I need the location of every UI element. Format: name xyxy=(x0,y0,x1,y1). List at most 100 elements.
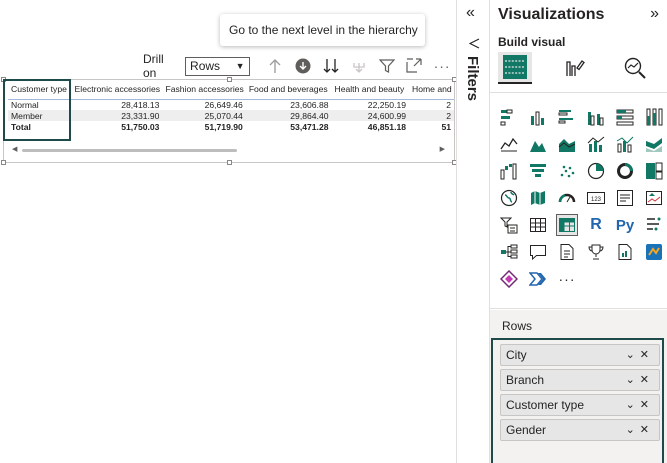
chevron-down-icon: ▼ xyxy=(235,61,245,71)
kpi-icon[interactable] xyxy=(643,187,665,209)
stacked-bar-chart-icon[interactable] xyxy=(498,106,520,128)
filters-pane-collapsed[interactable]: « Filters xyxy=(456,0,490,463)
line-chart-icon[interactable] xyxy=(498,133,520,155)
paginated-report-icon[interactable] xyxy=(614,241,636,263)
table-cell: 22,250.19 xyxy=(367,99,407,110)
100-stacked-column-chart-icon[interactable] xyxy=(643,106,665,128)
python-visual-icon[interactable]: Py xyxy=(614,214,636,236)
double-chevron-right-icon[interactable]: » xyxy=(650,5,659,23)
table-cell: 25,070.44 xyxy=(162,110,246,121)
table-cell: 2 xyxy=(446,99,451,110)
column-header[interactable]: Food and beverages xyxy=(245,80,332,100)
table-cell: 23,331.90 xyxy=(71,110,163,121)
divider xyxy=(490,92,667,93)
qa-visual-icon[interactable] xyxy=(527,241,549,263)
clustered-column-chart-icon[interactable] xyxy=(585,106,607,128)
table-row: Normal 28,418.13 26,649.46 23,606.88 22,… xyxy=(8,99,454,110)
close-icon[interactable]: ✕ xyxy=(640,374,654,386)
table-cell: 23,606.88 xyxy=(290,99,329,110)
column-header[interactable]: Fashion accessories xyxy=(162,80,246,100)
chevron-down-icon[interactable]: ⌄ xyxy=(626,374,640,386)
drill-up-icon[interactable] xyxy=(262,55,290,77)
table-cell: 29,864.40 xyxy=(245,110,332,121)
close-icon[interactable]: ✕ xyxy=(640,349,654,361)
chevron-down-icon[interactable]: ⌄ xyxy=(626,349,640,361)
donut-chart-icon[interactable] xyxy=(614,160,636,182)
rows-label: Rows xyxy=(502,319,533,333)
horizontal-scrollbar[interactable]: ◀ ▶ xyxy=(12,145,445,154)
customer-type-highlight xyxy=(3,79,71,141)
clustered-bar-chart-icon[interactable] xyxy=(556,106,578,128)
total-cell: 51,750.03 xyxy=(121,121,160,132)
close-icon[interactable]: ✕ xyxy=(640,424,654,436)
smart-narrative-icon[interactable] xyxy=(556,241,578,263)
funnel-chart-icon[interactable] xyxy=(527,160,549,182)
stacked-area-chart-icon[interactable] xyxy=(556,133,578,155)
column-header[interactable]: Electronic accessories xyxy=(71,80,163,100)
total-cell: 53,471.28 xyxy=(290,121,329,132)
matrix-icon[interactable] xyxy=(556,214,578,236)
row-field-branch[interactable]: Branch ⌄✕ xyxy=(500,369,660,391)
stacked-column-chart-icon[interactable] xyxy=(527,106,549,128)
filters-label[interactable]: Filters xyxy=(464,56,481,101)
chevron-down-icon[interactable]: ⌄ xyxy=(626,399,640,411)
power-apps-icon[interactable] xyxy=(643,241,665,263)
drill-on-label: Drill on xyxy=(143,52,164,80)
filter-icon[interactable] xyxy=(373,55,401,77)
filled-map-icon[interactable] xyxy=(527,187,549,209)
slicer-icon[interactable] xyxy=(498,214,520,236)
field-label: Gender xyxy=(506,423,547,437)
analytics-icon[interactable] xyxy=(618,52,652,84)
format-visual-icon[interactable] xyxy=(558,52,592,84)
multi-row-card-icon[interactable] xyxy=(614,187,636,209)
field-label: Branch xyxy=(506,373,545,387)
visualizations-title: Visualizations xyxy=(498,6,605,23)
filter-icon xyxy=(468,36,480,54)
table-icon[interactable] xyxy=(527,214,549,236)
table-cell: 2 xyxy=(409,110,454,121)
svg-text:123: 123 xyxy=(591,197,602,203)
line-and-clustered-column-icon[interactable] xyxy=(614,133,636,155)
row-field-city[interactable]: City ⌄✕ xyxy=(500,344,660,366)
100-stacked-bar-chart-icon[interactable] xyxy=(614,106,636,128)
row-field-customer-type[interactable]: Customer type ⌄✕ xyxy=(500,394,660,416)
drill-down-icon[interactable] xyxy=(289,55,317,77)
power-automate-icon[interactable] xyxy=(498,268,520,290)
expand-all-icon[interactable] xyxy=(345,55,373,77)
r-script-visual-icon[interactable]: R xyxy=(585,214,607,236)
treemap-icon[interactable] xyxy=(643,160,665,182)
row-field-gender[interactable]: Gender ⌄✕ xyxy=(500,419,660,441)
power-automate-flow-icon[interactable] xyxy=(527,268,549,290)
map-icon[interactable] xyxy=(498,187,520,209)
table-row: Member 23,331.90 25,070.44 29,864.40 24,… xyxy=(8,110,454,121)
rows-well: Rows City ⌄✕ Branch ⌄✕ Customer type ⌄✕ … xyxy=(490,310,667,463)
scroll-right-icon[interactable]: ▶ xyxy=(440,145,445,153)
column-header[interactable]: Health and beauty xyxy=(331,80,410,100)
trophy-icon[interactable] xyxy=(585,241,607,263)
double-chevron-left-icon[interactable]: « xyxy=(466,4,475,22)
scatter-chart-icon[interactable] xyxy=(556,160,578,182)
key-influencers-icon[interactable] xyxy=(643,214,665,236)
scroll-left-icon[interactable]: ◀ xyxy=(12,145,17,153)
resize-handle[interactable] xyxy=(227,160,232,165)
chevron-down-icon[interactable]: ⌄ xyxy=(626,424,640,436)
waterfall-chart-icon[interactable] xyxy=(498,160,520,182)
focus-mode-icon[interactable] xyxy=(400,55,428,77)
drill-on-dropdown[interactable]: Rows ▼ xyxy=(185,56,250,76)
decomposition-tree-icon[interactable] xyxy=(498,241,520,263)
area-chart-icon[interactable] xyxy=(527,133,549,155)
line-and-stacked-column-icon[interactable] xyxy=(585,133,607,155)
card-icon[interactable]: 123 xyxy=(585,187,607,209)
gauge-icon[interactable] xyxy=(556,187,578,209)
more-visuals-icon[interactable]: ··· xyxy=(556,268,578,290)
close-icon[interactable]: ✕ xyxy=(640,399,654,411)
resize-handle[interactable] xyxy=(1,160,6,165)
expand-next-level-icon[interactable] xyxy=(317,55,345,77)
pie-chart-icon[interactable] xyxy=(585,160,607,182)
matrix-table: Customer type Electronic accessories Fas… xyxy=(8,80,454,132)
column-header[interactable]: Home and xyxy=(409,80,454,100)
more-options-icon[interactable]: ··· xyxy=(428,55,456,77)
build-visual-icon[interactable] xyxy=(498,52,532,84)
scrollbar-thumb[interactable] xyxy=(22,149,237,152)
ribbon-chart-icon[interactable] xyxy=(643,133,665,155)
